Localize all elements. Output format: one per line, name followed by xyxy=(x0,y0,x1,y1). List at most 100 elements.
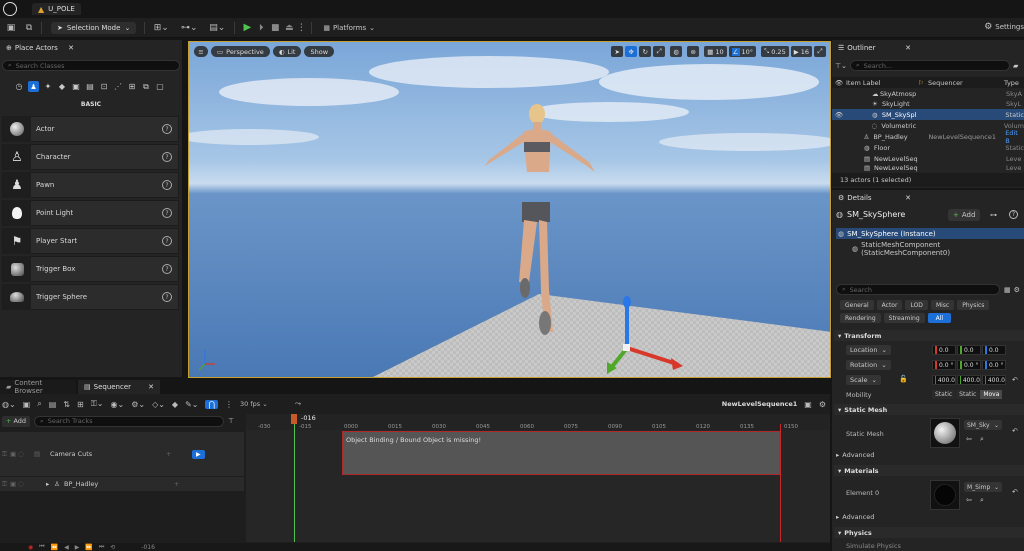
filter-tab-rendering[interactable]: Rendering xyxy=(840,313,881,323)
lock-icon[interactable]: ▣ xyxy=(804,400,812,409)
magnet-snap-icon[interactable]: ⋂ xyxy=(205,399,219,409)
level-viewport[interactable]: ≡ ▭ Perspective ◐ Lit Show ➤ ✥ ↻ ⤢ ◍ ⊚ ▦… xyxy=(188,41,831,378)
location-dropdown[interactable]: Location ⌄ xyxy=(846,345,891,355)
help-icon[interactable]: ? xyxy=(1009,210,1018,219)
search-tracks-input[interactable]: ⌕ Search Tracks xyxy=(34,415,225,427)
lit-button[interactable]: ◐ Lit xyxy=(272,46,302,57)
plus-icon[interactable]: + xyxy=(174,480,184,488)
camera-speed-button[interactable]: ▶ 16 xyxy=(790,46,812,57)
step-icon[interactable]: ⏵ xyxy=(254,23,268,33)
cinematic-icon[interactable]: ▣ xyxy=(71,82,81,92)
actor-item-player-start[interactable]: ⚑ Player Start ? xyxy=(2,228,179,254)
solo-icon[interactable]: ▣ xyxy=(10,450,18,458)
scale-dropdown[interactable]: Scale ⌄ xyxy=(846,375,881,385)
place-actors-tab[interactable]: ⊕ Place Actors ✕ xyxy=(0,41,80,55)
filter-icon[interactable]: ⊤⌄ xyxy=(835,62,847,70)
lock-icon[interactable]: ⚿ xyxy=(2,450,10,459)
static-mesh-picker[interactable]: SM_Sky ⌄ xyxy=(964,420,1002,430)
scale-snap-button[interactable]: ⤡ 0.25 xyxy=(761,46,789,57)
scale-icon[interactable]: ⤢ xyxy=(653,46,666,57)
use-selected-icon[interactable]: ⇦ xyxy=(966,435,972,443)
mode-icon[interactable]: ⧉ xyxy=(141,82,151,92)
lock-icon[interactable]: 🔓 xyxy=(899,375,908,383)
actor-item-actor[interactable]: Actor ? xyxy=(2,116,179,142)
outliner-tab[interactable]: ☰ Outliner ✕ xyxy=(832,41,917,55)
show-button[interactable]: Show xyxy=(304,46,335,57)
location-z-field[interactable]: 0.0 xyxy=(982,345,1006,355)
folder-add-icon[interactable]: ▰ xyxy=(1013,62,1018,70)
outliner-row[interactable]: ▤ NewLevelSeq Leve xyxy=(832,153,1024,164)
translate-icon[interactable]: ✥ xyxy=(625,46,638,57)
col-type[interactable]: Type xyxy=(1004,79,1019,87)
play-icon[interactable]: ▶ xyxy=(240,22,254,33)
help-icon[interactable]: ? xyxy=(162,236,172,246)
close-icon[interactable]: ✕ xyxy=(905,194,911,202)
play-reverse-icon[interactable]: ◀ xyxy=(64,544,69,551)
actor-item-point-light[interactable]: Point Light ? xyxy=(2,200,179,226)
hamburger-menu-icon[interactable]: ≡ xyxy=(194,46,208,57)
geometry-icon[interactable]: ⊡ xyxy=(99,82,109,92)
record-icon[interactable]: ◉ xyxy=(28,544,33,551)
help-icon[interactable]: ? xyxy=(162,124,172,134)
jump-end-icon[interactable]: ⏭ xyxy=(99,543,104,551)
find-asset-icon[interactable]: ⌕ xyxy=(37,399,41,409)
mobility-stationary[interactable]: Static xyxy=(956,389,980,399)
more-options-icon[interactable]: ⋮ xyxy=(225,400,233,409)
static-mesh-section-header[interactable]: ▾ Static Mesh xyxy=(834,404,1024,415)
step-forward-icon[interactable]: ⏩ xyxy=(85,544,92,551)
add-track-button[interactable]: + Add xyxy=(2,415,31,427)
content-icon[interactable]: ⧉ xyxy=(22,23,36,33)
col-sequencer[interactable]: Sequencer xyxy=(928,79,1004,87)
close-icon[interactable]: ✕ xyxy=(68,44,74,52)
loop-icon[interactable]: ⟲ xyxy=(110,544,115,551)
settings-button[interactable]: ⚙ Settings xyxy=(984,22,1024,32)
close-icon[interactable]: ✕ xyxy=(905,44,911,52)
filter-tab-actor[interactable]: Actor xyxy=(876,300,903,310)
add-component-button[interactable]: + Add xyxy=(948,209,981,221)
perspective-button[interactable]: ▭ Perspective xyxy=(211,46,270,57)
rotation-z-field[interactable]: 0.0 ° xyxy=(982,360,1006,370)
camera-cuts-track[interactable]: ⚿ ▣ ◌ ▤ Camera Cuts + ▶ xyxy=(0,432,244,476)
stop-icon[interactable]: ■ xyxy=(268,23,282,33)
browse-icon[interactable]: ⌕ xyxy=(980,435,984,444)
camera-lock-icon[interactable]: ⚙⌄ xyxy=(131,400,145,409)
mobility-movable[interactable]: Mova xyxy=(980,389,1003,399)
component-row[interactable]: ◍ StaticMeshComponent (StaticMeshCompone… xyxy=(852,241,1024,257)
outliner-row[interactable]: ▤ NewLevelSeq Leve xyxy=(832,164,1024,172)
rotation-x-field[interactable]: 0.0 ° xyxy=(932,360,956,370)
outliner-row[interactable]: ☀ SkyLight SkyL xyxy=(832,98,1024,109)
project-tab[interactable]: ▲ U_POLE xyxy=(32,3,81,15)
filter-tab-misc[interactable]: Misc xyxy=(930,300,955,310)
save-icon[interactable]: ▣ xyxy=(4,23,18,33)
camera-lock-icon[interactable]: ▶ xyxy=(192,449,205,459)
material-picker[interactable]: M_Simp ⌄ xyxy=(964,482,1002,492)
basic-icon[interactable]: ♟ xyxy=(28,81,39,92)
view-icon[interactable]: ◉⌄ xyxy=(111,400,125,409)
sequencer-tab[interactable]: ▤ Sequencer ✕ xyxy=(78,380,160,394)
help-icon[interactable]: ? xyxy=(162,152,172,162)
settings-icon[interactable]: ⚙ xyxy=(1014,286,1020,294)
filter-tab-lod[interactable]: LOD xyxy=(905,300,928,310)
unreal-logo-icon[interactable] xyxy=(3,2,17,16)
outliner-search-input[interactable]: ⌕ Search... xyxy=(849,60,1010,71)
step-back-icon[interactable]: ⏪ xyxy=(51,544,58,551)
plus-icon[interactable]: + xyxy=(166,450,176,458)
static-mesh-advanced[interactable]: ▸ Advanced xyxy=(836,451,874,459)
keyframe-icon[interactable]: ◇⌄ xyxy=(152,400,165,409)
close-icon[interactable]: ✕ xyxy=(148,383,154,391)
blueprint-icon[interactable]: ⊶⌄ xyxy=(178,23,200,33)
rotation-snap-button[interactable]: ∠ 10° xyxy=(728,46,757,57)
reset-icon[interactable]: ↶ xyxy=(1012,376,1018,384)
use-selected-icon[interactable]: ⇦ xyxy=(966,496,972,504)
details-search-input[interactable]: ⌕ Search xyxy=(836,284,1000,295)
actor-item-trigger-box[interactable]: Trigger Box ? xyxy=(2,256,179,282)
play-icon[interactable]: ▶ xyxy=(75,544,80,551)
settings-icon[interactable]: ⚙ xyxy=(819,400,826,409)
rotation-dropdown[interactable]: Rotation ⌄ xyxy=(846,360,891,370)
help-icon[interactable]: ? xyxy=(162,180,172,190)
component-instance-row[interactable]: ◍ SM_SkySphere (Instance) xyxy=(836,228,1024,239)
world-icon[interactable]: ◍⌄ xyxy=(2,400,16,409)
location-y-field[interactable]: 0.0 xyxy=(957,345,981,355)
snap-icon[interactable]: ⇅ xyxy=(63,400,70,409)
solo-icon[interactable]: ▣ xyxy=(10,480,18,488)
